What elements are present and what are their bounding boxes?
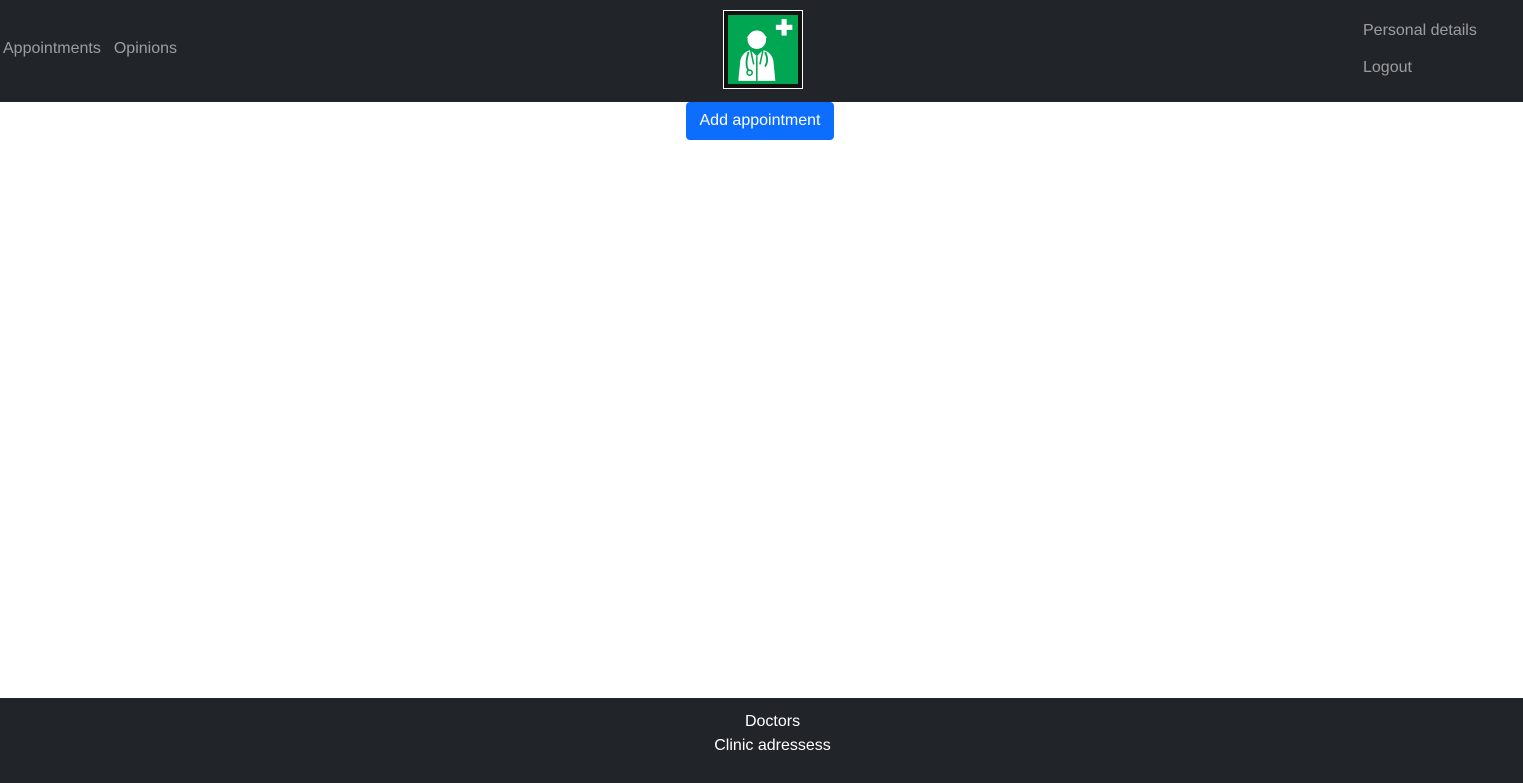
add-appointment-button[interactable]: Add appointment	[686, 102, 834, 140]
logo[interactable]	[723, 10, 803, 89]
nav-link-appointments[interactable]: Appointments	[3, 37, 101, 61]
nav-link-opinions[interactable]: Opinions	[114, 37, 177, 61]
footer: Doctors Clinic adressess	[0, 698, 1523, 783]
nav-link-logout[interactable]: Logout	[1363, 56, 1477, 80]
footer-links: Doctors Clinic adressess	[0, 710, 1523, 758]
top-navbar: Appointments Opinions Personal details L…	[0, 0, 1523, 102]
footer-link-clinic-addresses[interactable]: Clinic adressess	[714, 734, 830, 758]
footer-link-doctors[interactable]: Doctors	[745, 710, 800, 734]
nav-left-group: Appointments Opinions	[3, 37, 177, 61]
nav-right-group: Personal details Logout	[1363, 19, 1477, 80]
nav-link-personal-details[interactable]: Personal details	[1363, 19, 1477, 43]
doctor-first-aid-icon	[728, 15, 798, 84]
